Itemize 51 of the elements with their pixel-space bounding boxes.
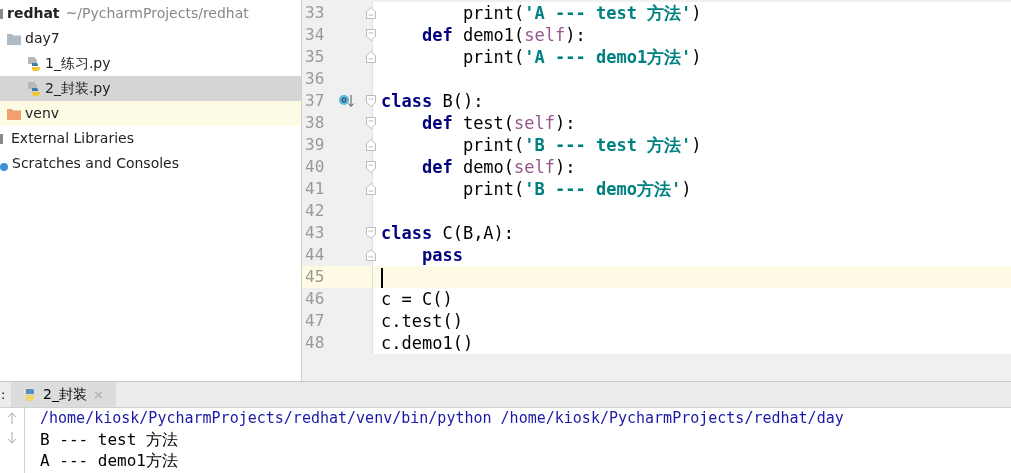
line-number: 38 <box>305 113 325 132</box>
command-line: /home/kiosk/PycharmProjects/redhat/venv/bin/python /home/kiosk/PycharmProjects/redhat/day <box>40 408 845 429</box>
fold-marker-icon[interactable] <box>366 139 376 151</box>
python-file-icon <box>27 55 41 72</box>
run-tab[interactable]: 2_封装 × <box>11 382 116 407</box>
python-file-icon <box>27 80 41 97</box>
override-marker-icon[interactable] <box>339 94 355 108</box>
tree-item[interactable]: 1_练习.py <box>0 51 301 76</box>
line-number: 37 <box>305 91 325 110</box>
fold-marker-icon[interactable] <box>366 7 376 19</box>
down-arrow-icon[interactable] <box>7 432 17 444</box>
line-number: 36 <box>305 69 325 88</box>
line-number: 40 <box>305 157 325 176</box>
project-name[interactable]: redhat <box>7 3 60 24</box>
line-number: 44 <box>305 245 325 264</box>
output-line: B --- test 方法 <box>40 429 179 450</box>
folder-edge-icon <box>0 9 3 19</box>
tree-item[interactable]: venv <box>0 101 301 126</box>
up-arrow-icon[interactable] <box>7 412 17 424</box>
tree-item[interactable]: Scratches and Consoles <box>0 151 301 176</box>
fold-marker-icon[interactable] <box>366 29 376 41</box>
folder-icon <box>7 32 21 45</box>
text-cursor <box>381 268 383 288</box>
fold-marker-icon[interactable] <box>366 161 376 173</box>
line-number: 34 <box>305 25 325 44</box>
panel-label: : <box>0 386 7 404</box>
line-number: 43 <box>305 223 325 242</box>
fold-marker-icon[interactable] <box>366 183 376 195</box>
line-number: 45 <box>305 267 325 286</box>
fold-marker-icon[interactable] <box>366 51 376 63</box>
tree-item[interactable]: day7 <box>0 26 301 51</box>
fold-marker-icon[interactable] <box>366 95 376 107</box>
line-number: 33 <box>305 3 325 22</box>
project-path: ~/PycharmProjects/redhat <box>65 4 249 23</box>
folder-icon <box>7 107 21 120</box>
tree-item[interactable]: External Libraries <box>0 126 301 151</box>
library-icon <box>0 133 3 144</box>
line-number: 47 <box>305 311 325 330</box>
line-number: 42 <box>305 201 325 220</box>
scratches-icon <box>0 162 8 171</box>
line-number: 46 <box>305 289 325 308</box>
line-number: 39 <box>305 135 325 154</box>
python-icon <box>23 387 37 402</box>
fold-marker-icon[interactable] <box>366 117 376 129</box>
line-number: 48 <box>305 333 325 352</box>
tree-item[interactable]: 2_封装.py <box>0 76 301 101</box>
fold-marker-icon[interactable] <box>366 249 376 261</box>
line-number: 35 <box>305 47 325 66</box>
fold-marker-icon[interactable] <box>366 227 376 239</box>
line-number: 41 <box>305 179 325 198</box>
output-line: A --- demo1方法 <box>40 450 179 471</box>
